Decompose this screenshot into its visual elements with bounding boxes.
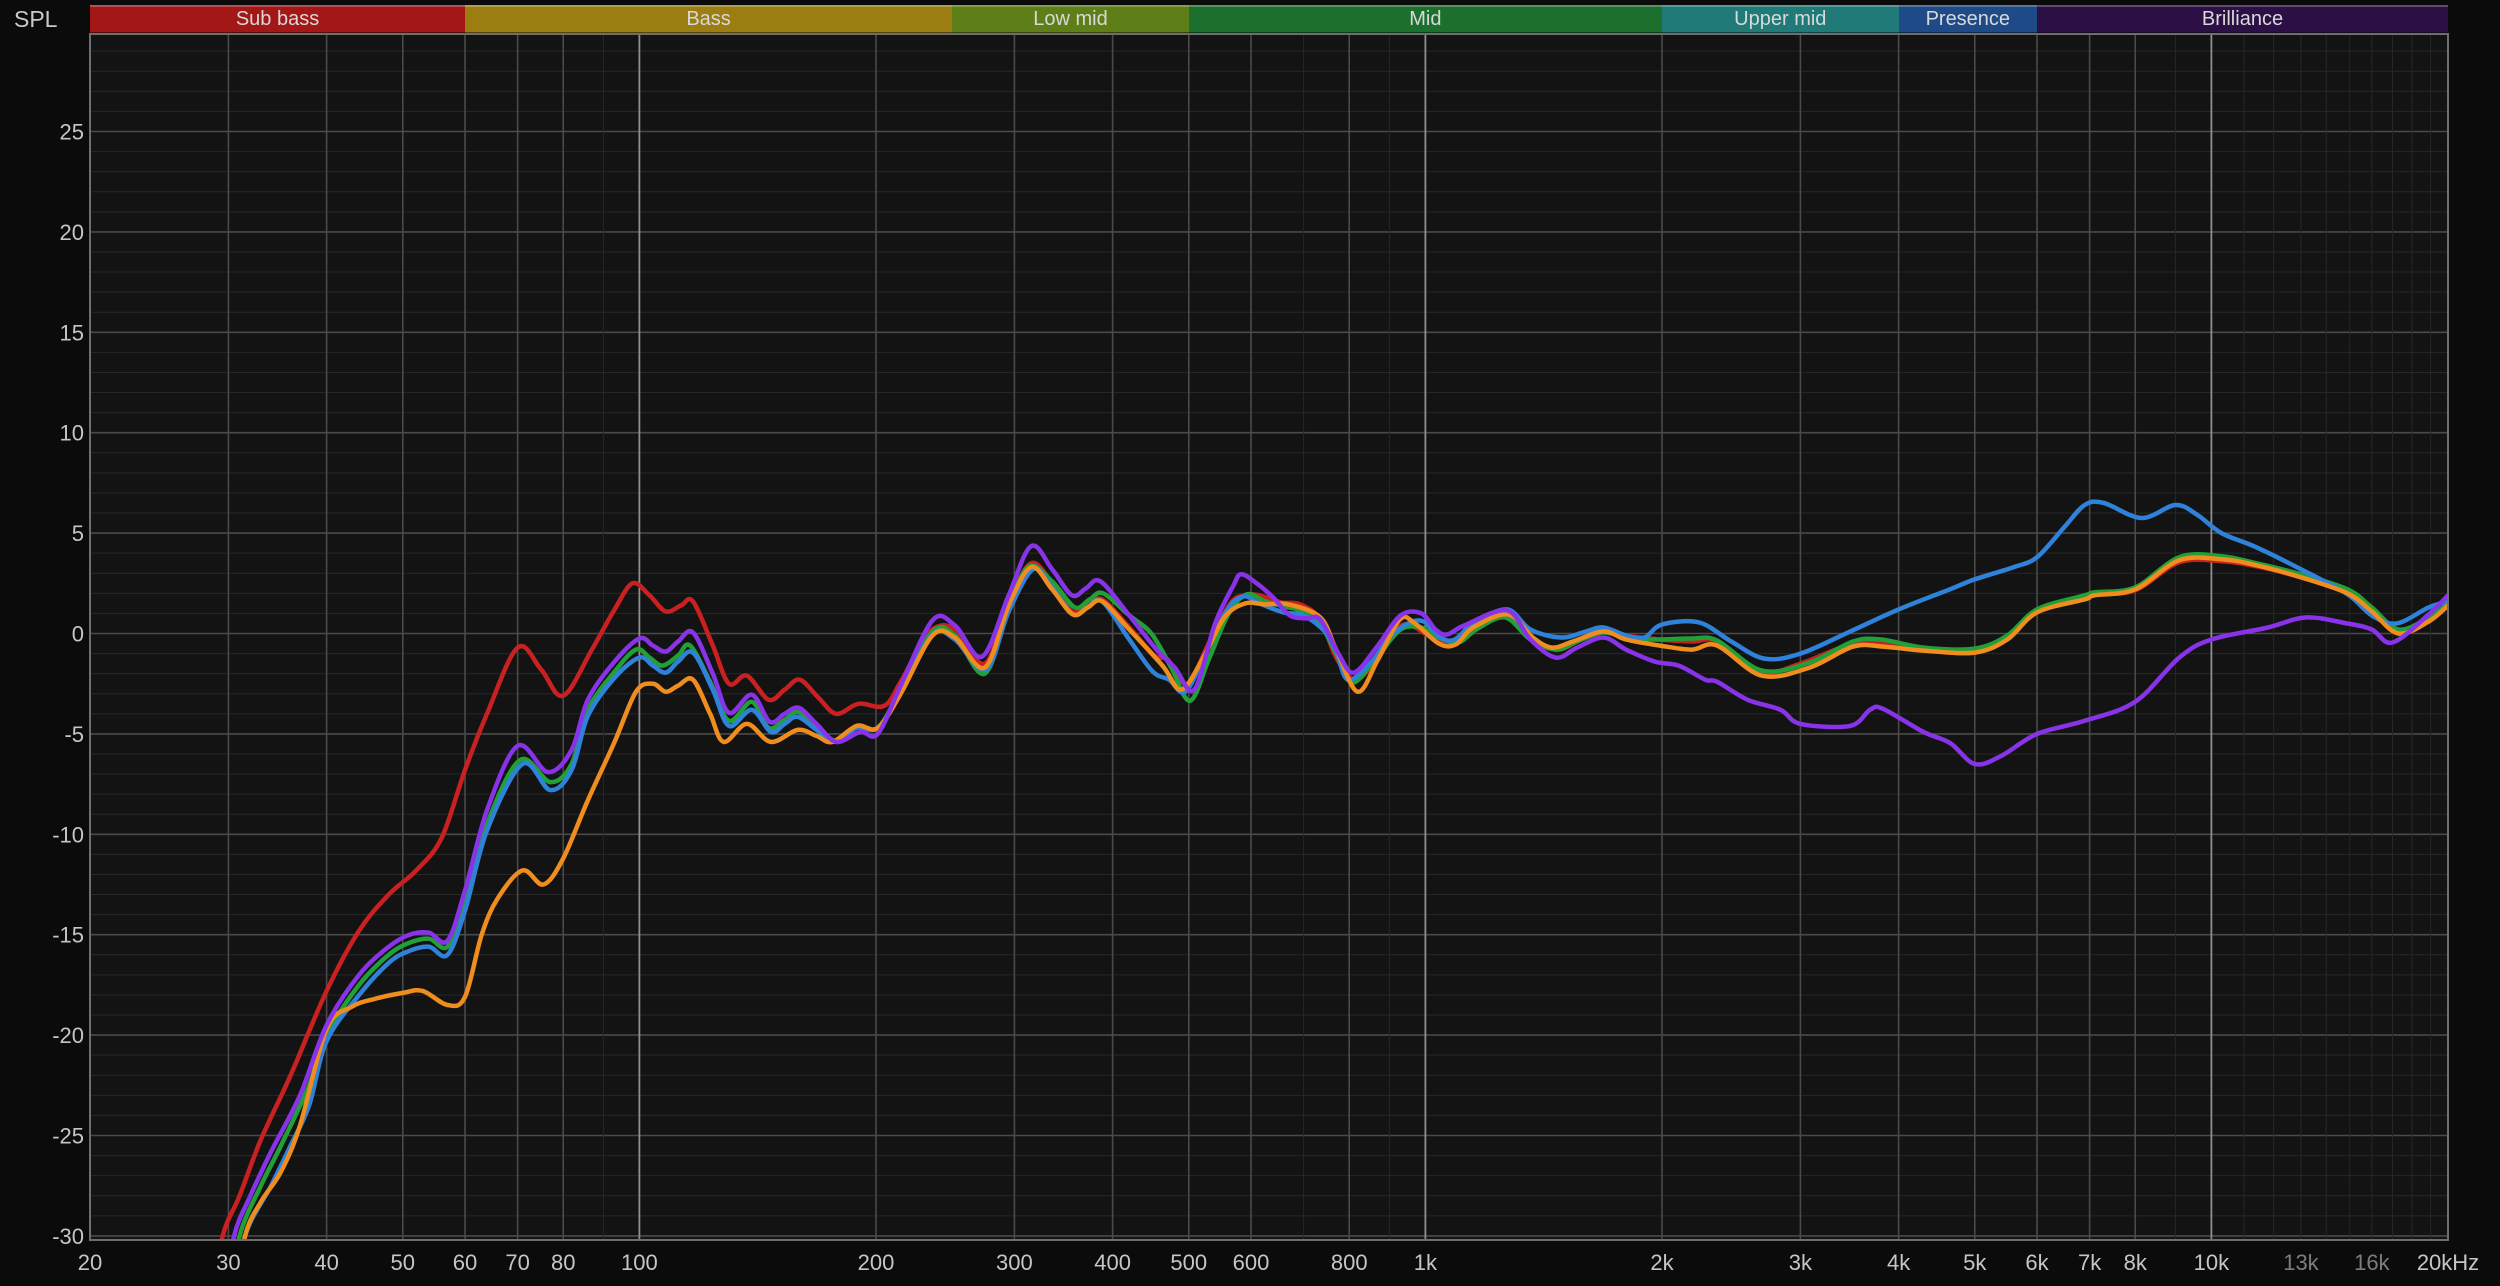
spl-frequency-response-chart: SPL Sub bassBassLow midMidUpper midPrese… [0,0,2500,1286]
x-tick-label: 20 [78,1250,102,1275]
y-tick-label: -10 [52,822,84,847]
y-axis-labels: 25 20 15 10 5 0 -5 -10 -15 -20 -25 -30 [52,120,84,1249]
y-tick-label: -5 [64,722,84,747]
x-tick-label: 200 [858,1250,895,1275]
x-tick-label: 2k [1650,1250,1674,1275]
x-tick-label: 30 [216,1250,240,1275]
x-tick-label: 600 [1233,1250,1270,1275]
x-tick-label: 13k [2283,1250,2319,1275]
y-tick-label: -25 [52,1124,84,1149]
y-tick-label: 20 [60,220,84,245]
x-tick-label: 40 [314,1250,338,1275]
y-tick-label: 15 [60,320,84,345]
x-tick-label: 500 [1170,1250,1207,1275]
y-tick-label: 5 [72,521,84,546]
x-tick-label: 800 [1331,1250,1368,1275]
x-tick-label: 8k [2124,1250,2148,1275]
y-tick-label: -15 [52,923,84,948]
x-tick-label: 4k [1887,1250,1911,1275]
y-tick-label: 0 [72,622,84,647]
x-tick-label: 3k [1789,1250,1813,1275]
plot-background [90,34,2448,1240]
y-tick-label: -30 [52,1224,84,1249]
x-tick-label: 70 [505,1250,529,1275]
x-tick-label: 100 [621,1250,658,1275]
x-tick-label: 50 [391,1250,415,1275]
y-tick-label: 10 [60,421,84,446]
x-tick-label: 300 [996,1250,1033,1275]
x-tick-label: 80 [551,1250,575,1275]
x-tick-label: 20kHz [2417,1250,2479,1275]
x-tick-label: 6k [2025,1250,2049,1275]
x-tick-label: 400 [1094,1250,1131,1275]
x-tick-label: 5k [1963,1250,1987,1275]
y-tick-label: 25 [60,120,84,145]
x-axis-labels: 20 30 40 50 60 70 80 100 200 300 400 500 600 800 1k 2k 3… [78,1250,2479,1275]
x-tick-label: 10k [2194,1250,2230,1275]
x-tick-label: 60 [453,1250,477,1275]
x-tick-label: 16k [2354,1250,2390,1275]
x-tick-label: 7k [2078,1250,2102,1275]
x-tick-label: 1k [1414,1250,1438,1275]
plot-surface[interactable]: 203040506070801002003004005006008001k2k3… [0,0,2500,1286]
y-tick-label: -20 [52,1023,84,1048]
